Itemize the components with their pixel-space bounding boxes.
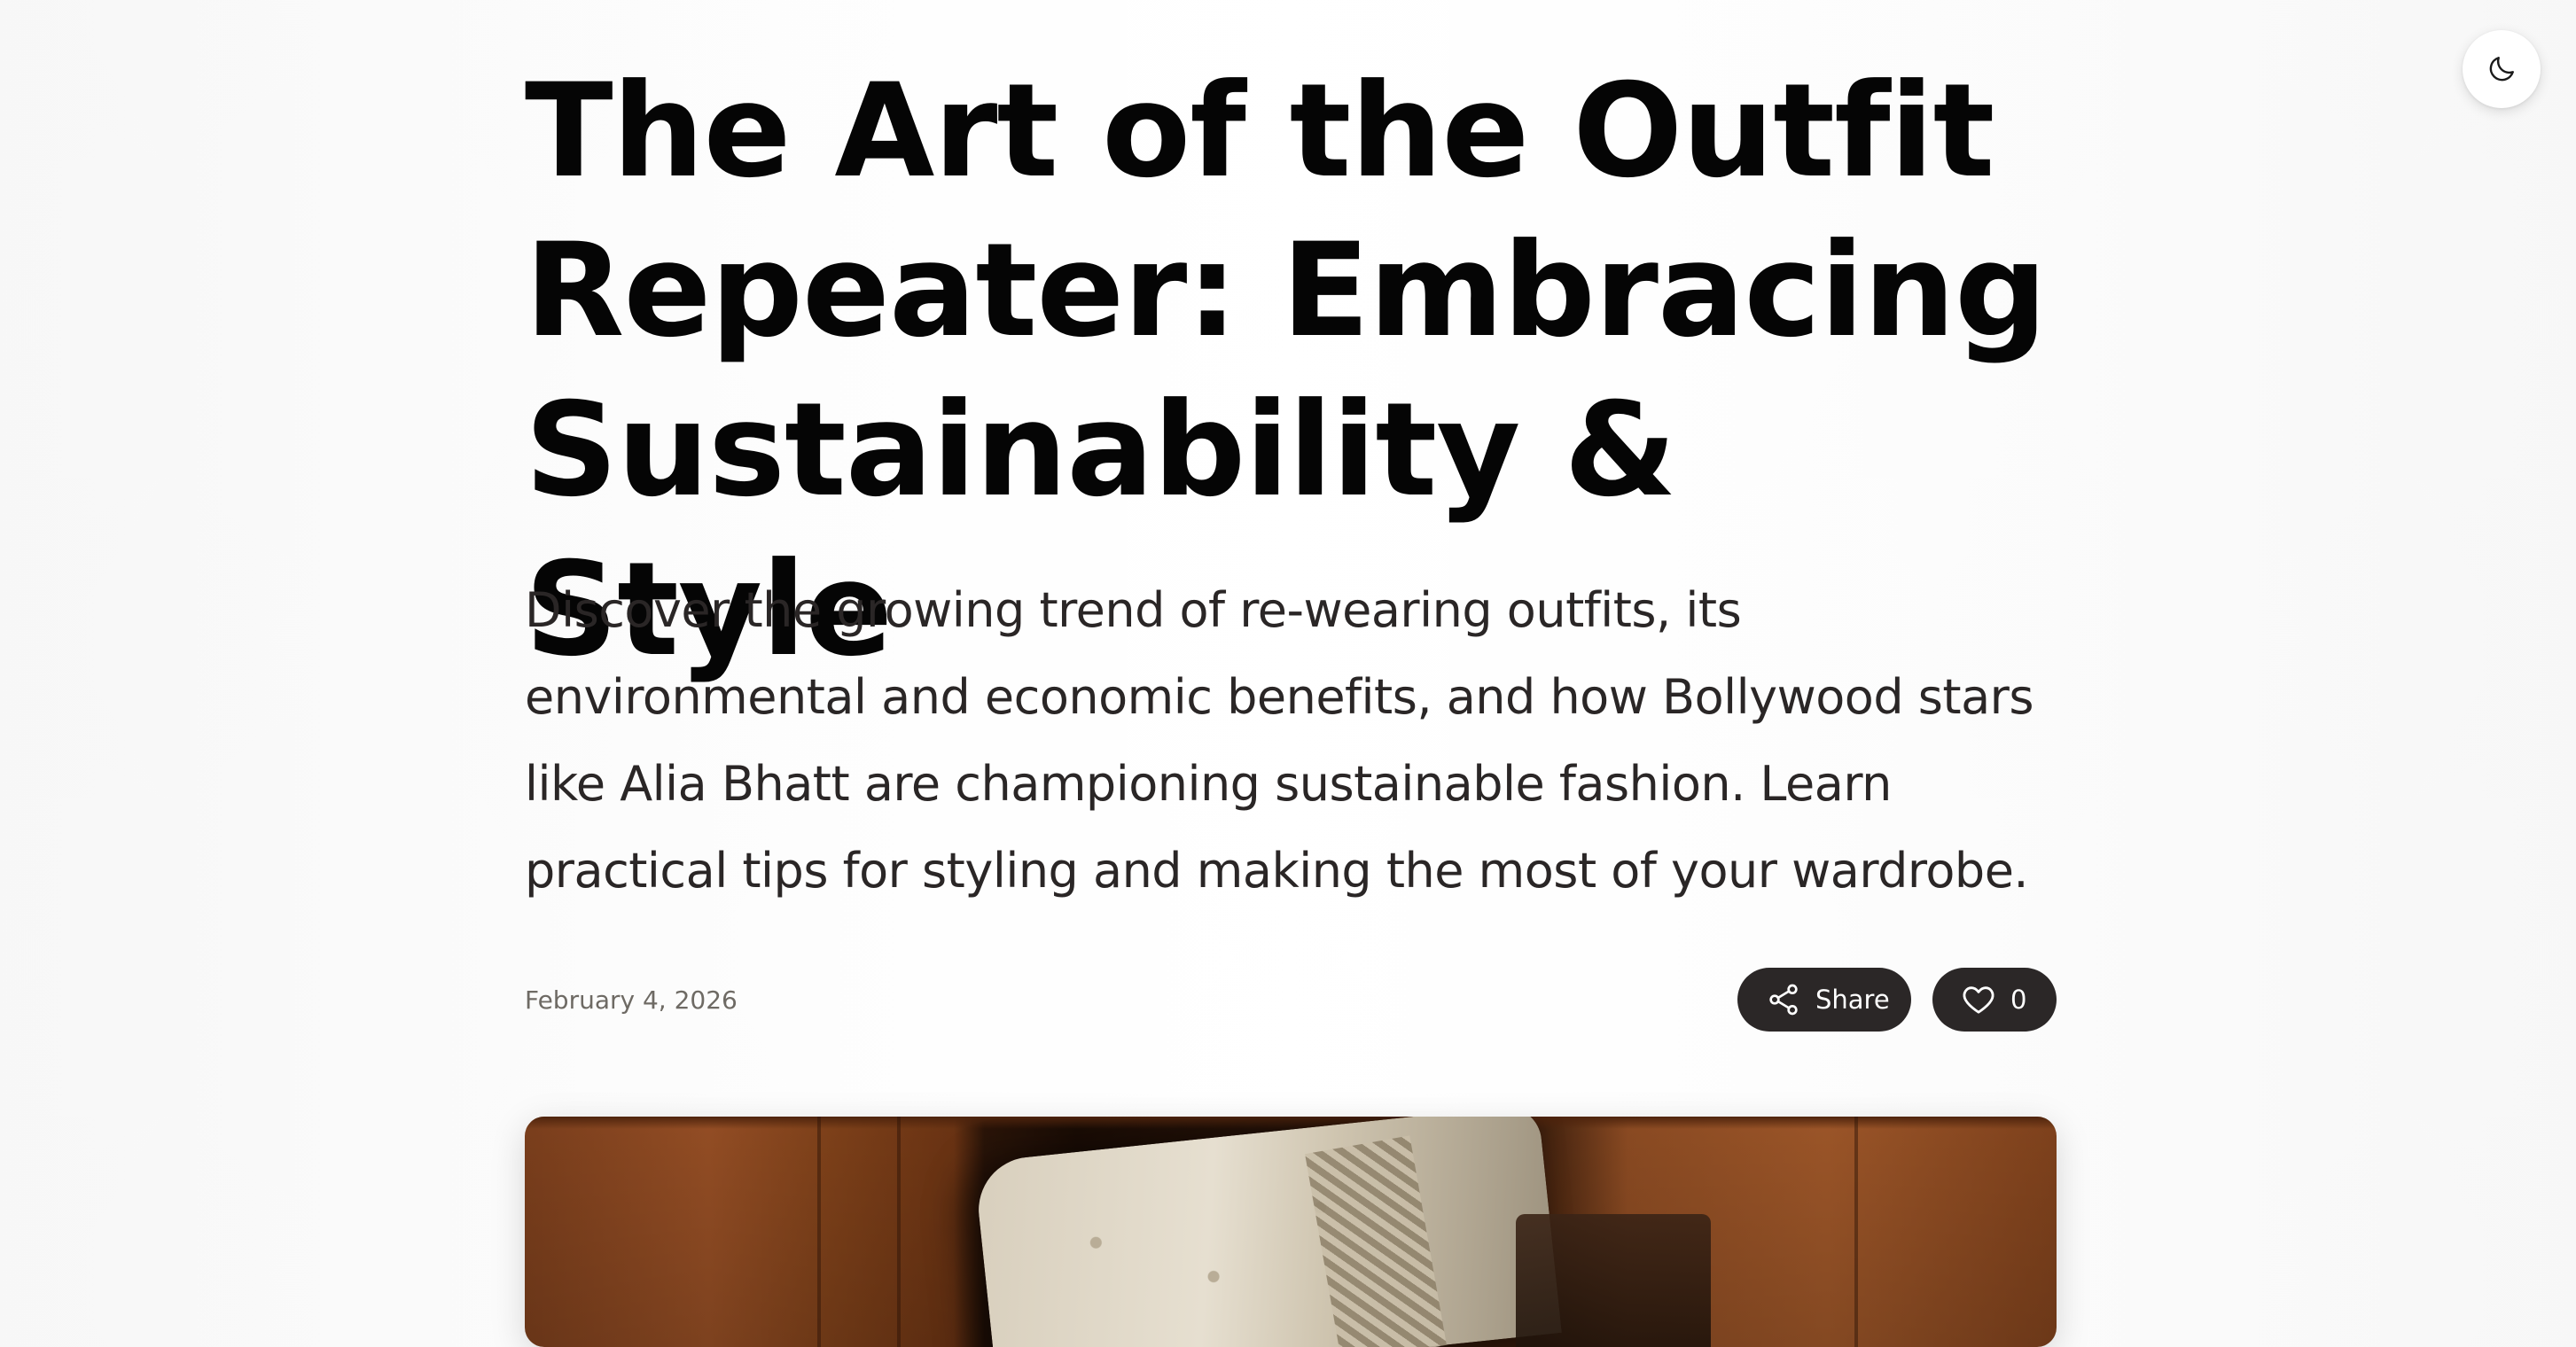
theme-toggle-button[interactable] [2463, 30, 2541, 108]
article-summary: Discover the growing trend of re-wearing… [525, 582, 2034, 899]
hero-image-folded-cloth [973, 1117, 1562, 1347]
article-meta-row: February 4, 2026 Share 0 [525, 968, 2057, 1032]
hero-image-panel-line [817, 1117, 821, 1347]
share-button[interactable]: Share [1737, 968, 1911, 1032]
hero-image-box [1516, 1214, 1711, 1347]
share-icon [1769, 984, 1798, 1016]
like-button[interactable]: 0 [1932, 968, 2057, 1032]
hero-image-panel-line [1854, 1117, 1858, 1347]
hero-image-cabinet-edge [525, 1117, 2057, 1129]
heart-icon [1963, 986, 1994, 1014]
like-count: 0 [2010, 985, 2027, 1015]
moon-icon [2489, 57, 2514, 82]
publish-date: February 4, 2026 [525, 985, 738, 1015]
share-button-label: Share [1815, 985, 1890, 1015]
hero-image-panel-line [897, 1117, 901, 1347]
hero-image [525, 1117, 2057, 1347]
